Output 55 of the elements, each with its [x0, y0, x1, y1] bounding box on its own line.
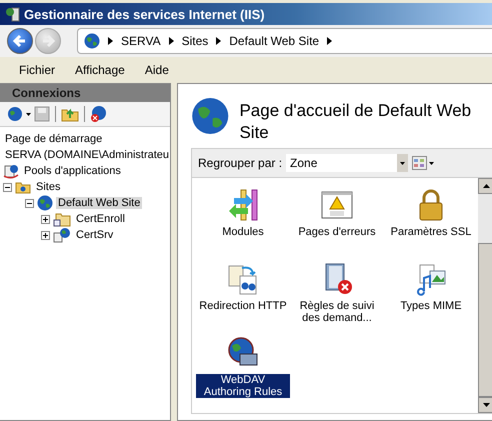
menu-item[interactable]: Affichage [75, 63, 125, 77]
caret-icon [397, 154, 408, 172]
feature-item[interactable]: WebDAV Authoring Rules [196, 336, 290, 410]
scroll-thumb[interactable] [478, 242, 492, 397]
group-by-label: Regrouper par : [198, 156, 282, 170]
disconnect-icon[interactable] [90, 105, 108, 123]
globe-icon [84, 33, 100, 49]
globe-icon[interactable] [7, 106, 23, 122]
application-icon [53, 227, 71, 243]
tree-item[interactable]: SERVA (DOMAINE\Administrateu [3, 149, 170, 161]
media-files-icon [414, 262, 448, 296]
expander-icon[interactable] [41, 230, 50, 240]
caret-up-icon [482, 184, 490, 188]
feature-item[interactable]: Modules [196, 188, 290, 262]
scrollbar[interactable] [478, 178, 492, 413]
tree-item[interactable]: Sites [34, 181, 62, 193]
feature-item[interactable]: Pages d'erreurs [290, 188, 384, 262]
feature-item[interactable]: Redirection HTTP [196, 262, 290, 336]
expander-icon[interactable] [3, 182, 12, 192]
expander-icon[interactable] [25, 198, 34, 208]
tree-item[interactable]: Default Web Site [56, 197, 142, 209]
feature-item[interactable]: Règles de suivi des demand... [290, 262, 384, 336]
tree-item[interactable]: CertSrv [74, 229, 116, 241]
panel-header: Connexions [0, 84, 170, 102]
globe-icon [191, 96, 230, 136]
caret-icon[interactable] [26, 112, 31, 116]
back-button[interactable] [7, 28, 33, 54]
tree-item[interactable]: Pools d'applications [22, 165, 123, 177]
tree-item[interactable]: CertEnroll [74, 213, 127, 225]
page-title: Page d'accueil de Default Web Site [239, 100, 472, 144]
feature-item[interactable]: Paramètres SSL [384, 188, 478, 262]
breadcrumb-item[interactable]: SERVA [121, 34, 161, 48]
scroll-up-button[interactable] [478, 178, 492, 194]
folder-up-icon[interactable] [61, 106, 79, 122]
server-icon [5, 6, 21, 22]
breadcrumb-item[interactable]: Sites [182, 34, 208, 48]
chevron-icon [327, 37, 332, 45]
expander-icon[interactable] [41, 214, 50, 224]
chevron-icon [168, 37, 174, 45]
tree-item[interactable]: Page de démarrage [3, 133, 104, 145]
globe-icon [37, 195, 53, 211]
view-icon[interactable] [412, 156, 434, 170]
folder-icon [53, 211, 71, 227]
application-pool-icon [3, 163, 19, 179]
menu-item[interactable]: Fichier [19, 63, 56, 77]
chevron-icon [108, 37, 113, 45]
group-by-dropdown[interactable]: Zone [286, 154, 408, 172]
address-bar[interactable]: SERVA Sites Default Web Site [77, 28, 492, 54]
scroll-down-button[interactable] [478, 397, 492, 413]
caret-down-icon [482, 403, 490, 407]
menu-item[interactable]: Aide [144, 63, 169, 77]
feature-item[interactable]: Types MIME [384, 262, 478, 336]
chevron-icon [216, 37, 222, 45]
window-title: Gestionnaire des services Internet (IIS) [24, 6, 265, 22]
breadcrumb-item[interactable]: Default Web Site [229, 34, 320, 48]
